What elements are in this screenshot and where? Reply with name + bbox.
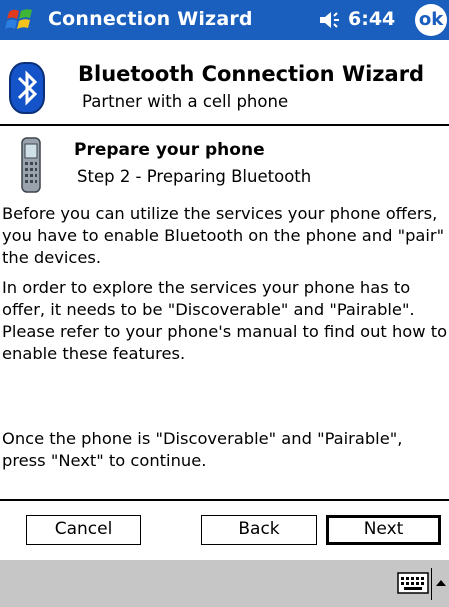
cancel-button[interactable]: Cancel [26,515,141,545]
instruction-paragraph-2: In order to explore the services your ph… [2,278,448,363]
footer-divider [0,499,449,501]
arrow-up-icon[interactable] [435,578,447,588]
wizard-header: Bluetooth Connection Wizard Partner with… [0,40,449,125]
header-divider [0,124,449,126]
speaker-icon[interactable] [318,10,344,30]
step-subtitle: Step 2 - Preparing Bluetooth [77,167,312,186]
cell-phone-icon [21,137,41,193]
bluetooth-icon [9,62,45,114]
instruction-paragraph-3: Once the phone is "Discoverable" and "Pa… [2,429,403,470]
ok-button[interactable]: ok [415,4,447,36]
step-title: Prepare your phone [74,140,265,160]
menu-bar [0,560,449,607]
clock[interactable]: 6:44 [348,8,395,30]
sip-separator [431,568,432,600]
back-button[interactable]: Back [201,515,317,545]
title-bar: Connection Wizard 6:44 ok [0,0,449,40]
instruction-paragraph-1: Before you can utilize the services your… [2,204,445,267]
windows-flag-icon[interactable] [4,4,38,36]
window-title: Connection Wizard [48,8,253,30]
next-button[interactable]: Next [326,515,441,545]
keyboard-icon[interactable] [397,572,429,594]
wizard-title: Bluetooth Connection Wizard [78,62,425,86]
wizard-subtitle: Partner with a cell phone [82,92,289,111]
